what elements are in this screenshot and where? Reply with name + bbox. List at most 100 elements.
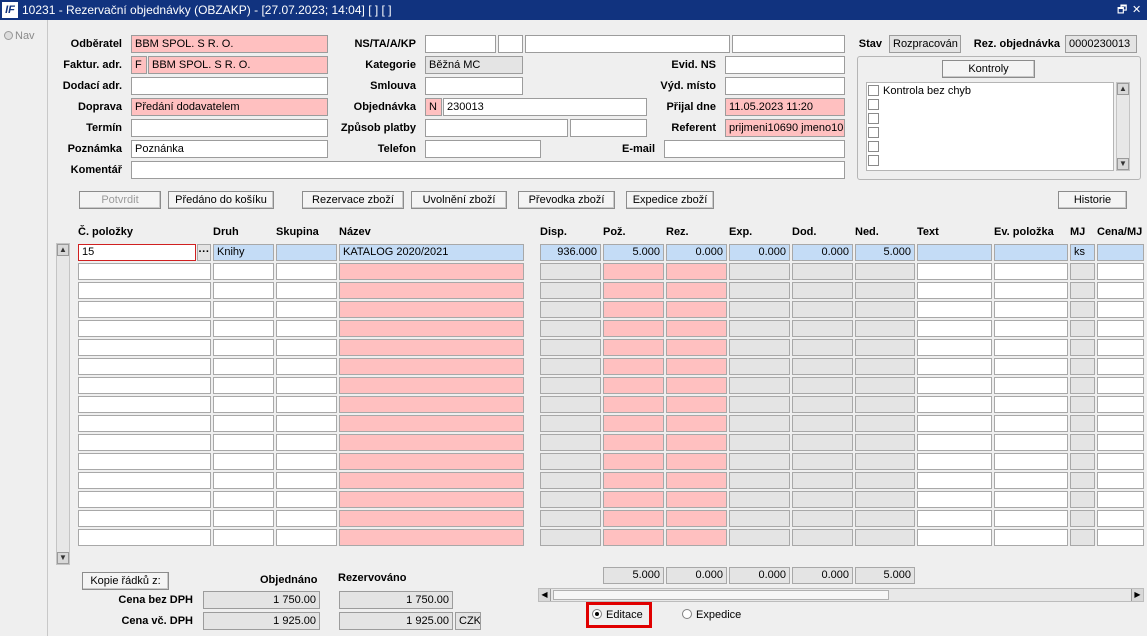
cell-skupina[interactable] <box>276 510 337 527</box>
cell-skupina[interactable] <box>276 377 337 394</box>
objednavka-prefix-field[interactable]: N <box>425 98 442 116</box>
cell-rez[interactable] <box>666 263 727 280</box>
cell-evpol[interactable] <box>994 263 1068 280</box>
cell-exp[interactable] <box>729 282 790 299</box>
cell-dod[interactable] <box>792 282 853 299</box>
cell-nazev[interactable] <box>339 453 524 470</box>
cell-evpol[interactable] <box>994 244 1068 261</box>
cell-nazev[interactable] <box>339 415 524 432</box>
cell-disp[interactable] <box>540 320 601 337</box>
cell-poz[interactable] <box>603 434 664 451</box>
scroll-down-icon[interactable]: ▼ <box>1117 158 1129 170</box>
cell-ned[interactable] <box>855 301 915 318</box>
cell-rez[interactable] <box>666 339 727 356</box>
cell-ned[interactable] <box>855 263 915 280</box>
cell-text[interactable] <box>917 529 992 546</box>
cell-cislo[interactable] <box>78 491 211 508</box>
cell-druh[interactable] <box>213 472 274 489</box>
cell-cislo[interactable] <box>78 282 211 299</box>
cell-nazev[interactable] <box>339 358 524 375</box>
smlouva-field[interactable] <box>425 77 523 95</box>
cell-mj[interactable] <box>1070 472 1095 489</box>
cell-skupina[interactable] <box>276 339 337 356</box>
cell-skupina[interactable] <box>276 529 337 546</box>
cell-cenamj[interactable] <box>1097 377 1144 394</box>
cell-rez[interactable] <box>666 301 727 318</box>
predano-do-kosiku-button[interactable]: Předáno do košíku <box>168 191 274 209</box>
cell-mj[interactable] <box>1070 396 1095 413</box>
cell-rez[interactable] <box>666 415 727 432</box>
cell-nazev[interactable] <box>339 263 524 280</box>
cell-cenamj[interactable] <box>1097 453 1144 470</box>
restore-window-icon[interactable]: 🗗 <box>1117 0 1127 20</box>
cell-exp[interactable] <box>729 358 790 375</box>
cell-evpol[interactable] <box>994 491 1068 508</box>
cell-dod[interactable] <box>792 358 853 375</box>
kontrola-item[interactable] <box>867 140 1113 154</box>
cell-dod[interactable] <box>792 453 853 470</box>
cell-druh[interactable] <box>213 301 274 318</box>
cell-evpol[interactable] <box>994 282 1068 299</box>
cell-text[interactable] <box>917 472 992 489</box>
termin-field[interactable] <box>131 119 328 137</box>
cell-ned[interactable] <box>855 358 915 375</box>
cell-mj[interactable] <box>1070 377 1095 394</box>
cell-rez[interactable] <box>666 491 727 508</box>
evid-ns-field[interactable] <box>725 56 845 74</box>
cell-dod[interactable] <box>792 491 853 508</box>
cell-disp[interactable] <box>540 396 601 413</box>
doprava-field[interactable]: Předání dodavatelem <box>131 98 328 116</box>
cell-cislo[interactable]: 15 <box>78 244 196 261</box>
rezervace-zbozi-button[interactable]: Rezervace zboží <box>302 191 404 209</box>
cell-druh[interactable] <box>213 529 274 546</box>
a-field[interactable] <box>525 35 730 53</box>
cell-skupina[interactable] <box>276 415 337 432</box>
cell-mj[interactable] <box>1070 434 1095 451</box>
cell-druh[interactable] <box>213 453 274 470</box>
cell-cenamj[interactable] <box>1097 491 1144 508</box>
expedice-radio[interactable]: Expedice <box>682 609 741 621</box>
cell-cislo[interactable] <box>78 415 211 432</box>
cell-poz[interactable] <box>603 339 664 356</box>
cell-poz[interactable] <box>603 453 664 470</box>
cell-exp[interactable] <box>729 529 790 546</box>
cell-evpol[interactable] <box>994 472 1068 489</box>
cell-disp[interactable] <box>540 282 601 299</box>
cell-cenamj[interactable] <box>1097 472 1144 489</box>
cell-evpol[interactable] <box>994 358 1068 375</box>
cell-nazev[interactable] <box>339 529 524 546</box>
cell-rez[interactable] <box>666 320 727 337</box>
cell-druh[interactable] <box>213 377 274 394</box>
cell-druh[interactable] <box>213 396 274 413</box>
cell-evpol[interactable] <box>994 396 1068 413</box>
cell-ned[interactable] <box>855 472 915 489</box>
cell-mj[interactable] <box>1070 339 1095 356</box>
expedice-zbozi-button[interactable]: Expedice zboží <box>626 191 714 209</box>
cell-exp[interactable] <box>729 415 790 432</box>
cell-text[interactable] <box>917 320 992 337</box>
cell-dod[interactable] <box>792 301 853 318</box>
cell-poz[interactable] <box>603 358 664 375</box>
cell-dod[interactable] <box>792 529 853 546</box>
cell-skupina[interactable] <box>276 472 337 489</box>
cell-text[interactable] <box>917 301 992 318</box>
checkbox-icon[interactable] <box>868 85 879 96</box>
cell-skupina[interactable] <box>276 301 337 318</box>
cell-poz[interactable] <box>603 472 664 489</box>
cell-nazev[interactable] <box>339 510 524 527</box>
cell-cislo[interactable] <box>78 358 211 375</box>
cell-cenamj[interactable] <box>1097 301 1144 318</box>
kontroly-button[interactable]: Kontroly <box>942 60 1035 78</box>
kp-field[interactable] <box>732 35 845 53</box>
kontrola-item[interactable] <box>867 112 1113 126</box>
cell-skupina[interactable] <box>276 244 337 261</box>
cell-ned[interactable] <box>855 282 915 299</box>
cell-disp[interactable] <box>540 377 601 394</box>
cell-text[interactable] <box>917 434 992 451</box>
cell-text[interactable] <box>917 491 992 508</box>
zpusob-platby-field[interactable] <box>425 119 568 137</box>
cell-evpol[interactable] <box>994 453 1068 470</box>
cell-ned[interactable]: 5.000 <box>855 244 915 261</box>
cell-evpol[interactable] <box>994 510 1068 527</box>
cell-poz[interactable] <box>603 415 664 432</box>
